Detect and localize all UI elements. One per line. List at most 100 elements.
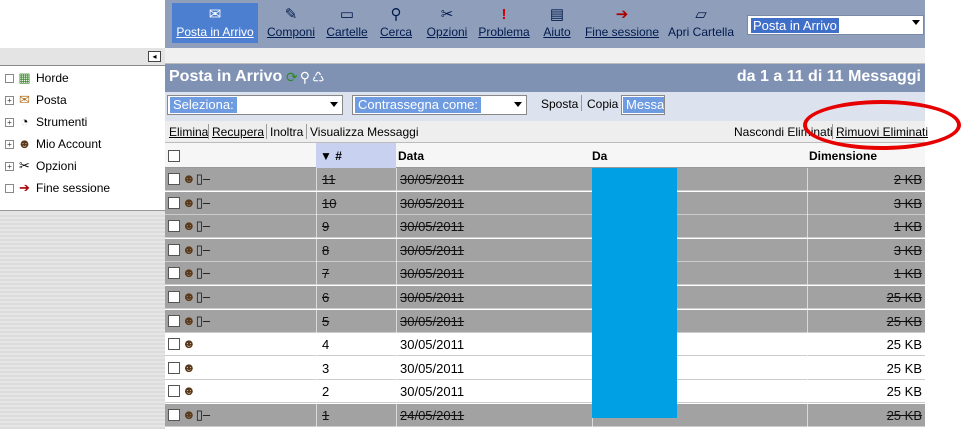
cell-date[interactable]: 30/05/2011 bbox=[400, 337, 464, 352]
row-checkbox[interactable] bbox=[168, 243, 180, 256]
table-row[interactable]: ☻▯– 10 30/05/2011 3 KB bbox=[165, 191, 925, 215]
mark-as-dropdown[interactable]: Contrassegna come: bbox=[352, 95, 527, 115]
redacted-sender-block bbox=[592, 168, 677, 418]
tree-expander[interactable]: + bbox=[5, 117, 14, 127]
tree-expander[interactable]: + bbox=[5, 139, 14, 149]
table-row[interactable]: ☻ 4 30/05/2011 25 KB bbox=[165, 333, 925, 357]
table-row[interactable]: ☻▯– 6 30/05/2011 25 KB bbox=[165, 286, 925, 309]
copy-link[interactable]: Copia bbox=[587, 97, 618, 111]
sidebar-item-posta[interactable]: + ✉ Posta bbox=[5, 90, 67, 110]
menu-cartelle[interactable]: ▭ Cartelle bbox=[324, 3, 370, 43]
table-row[interactable]: ☻▯– 8 30/05/2011 3 KB bbox=[165, 238, 925, 262]
cell-num[interactable]: 11 bbox=[322, 172, 336, 187]
row-checkbox[interactable] bbox=[168, 361, 180, 374]
search-icon[interactable]: ⚲ bbox=[300, 69, 310, 85]
collapse-sidebar-icon[interactable]: ◂ bbox=[148, 51, 161, 62]
cell-num[interactable]: 4 bbox=[322, 337, 329, 352]
cell-date[interactable]: 30/05/2011 bbox=[400, 314, 464, 329]
row-checkbox[interactable] bbox=[168, 409, 180, 421]
tree-expander[interactable]: + bbox=[5, 95, 14, 105]
row-checkbox[interactable] bbox=[168, 267, 180, 280]
column-size[interactable]: Dimensione bbox=[809, 149, 877, 163]
row-checkbox[interactable] bbox=[168, 173, 180, 185]
tree-expander[interactable] bbox=[5, 73, 14, 83]
column-divider bbox=[807, 168, 808, 191]
cell-num[interactable]: 1 bbox=[322, 408, 329, 423]
cell-num[interactable]: 9 bbox=[322, 219, 329, 234]
cell-date[interactable]: 30/05/2011 bbox=[400, 290, 464, 305]
cell-date[interactable]: 30/05/2011 bbox=[400, 243, 464, 258]
refresh-icon[interactable]: ⟳ bbox=[286, 69, 298, 85]
table-row[interactable]: ☻ 3 30/05/2011 25 KB bbox=[165, 356, 925, 380]
sidebar-item-mio-account[interactable]: + ☻ Mio Account bbox=[5, 134, 101, 154]
recover-link[interactable]: Recupera bbox=[212, 125, 264, 139]
cell-num[interactable]: 10 bbox=[322, 196, 336, 211]
cell-num[interactable]: 2 bbox=[322, 384, 329, 399]
row-checkbox[interactable] bbox=[168, 385, 180, 398]
mail-icon: ✉ bbox=[19, 92, 30, 107]
row-status-icons: ☻▯– bbox=[182, 265, 210, 281]
tree-expander[interactable] bbox=[5, 183, 14, 193]
row-checkbox[interactable] bbox=[168, 314, 180, 327]
menu-label: Cerca bbox=[379, 25, 412, 39]
table-row[interactable]: ☻ 2 30/05/2011 25 KB bbox=[165, 380, 925, 404]
folder-select[interactable]: Posta in Arrivo bbox=[747, 15, 924, 35]
cell-date[interactable]: 24/05/2011 bbox=[400, 408, 464, 423]
cell-date[interactable]: 30/05/2011 bbox=[400, 219, 464, 234]
empty-folder-icon[interactable]: ♺ bbox=[312, 69, 325, 85]
exclamation-icon: ! bbox=[501, 6, 507, 23]
forward-link[interactable]: Inoltra bbox=[270, 125, 303, 139]
move-link[interactable]: Sposta bbox=[541, 97, 578, 111]
table-row[interactable]: ☻▯– 9 30/05/2011 1 KB bbox=[165, 215, 925, 239]
column-date[interactable]: Data bbox=[398, 149, 424, 163]
row-checkbox[interactable] bbox=[168, 291, 180, 303]
table-row[interactable]: ☻▯– 7 30/05/2011 1 KB bbox=[165, 262, 925, 286]
cell-num[interactable]: 6 bbox=[322, 290, 329, 305]
highlight-annotation bbox=[803, 100, 961, 150]
cell-num[interactable]: 7 bbox=[322, 266, 329, 281]
cell-date[interactable]: 30/05/2011 bbox=[400, 172, 464, 187]
select-dropdown[interactable]: Seleziona: bbox=[167, 95, 343, 115]
menu-posta-in-arrivo[interactable]: ✉ Posta in Arrivo bbox=[172, 3, 258, 43]
cell-date[interactable]: 30/05/2011 bbox=[400, 266, 464, 281]
cell-date[interactable]: 30/05/2011 bbox=[400, 361, 464, 376]
column-divider bbox=[807, 404, 808, 427]
page-title: Posta in Arrivo bbox=[169, 68, 283, 85]
row-checkbox[interactable] bbox=[168, 196, 180, 209]
menu-problema[interactable]: ! Problema bbox=[478, 3, 530, 43]
column-divider bbox=[316, 262, 317, 286]
column-num[interactable]: ▼ # bbox=[320, 149, 342, 163]
row-checkbox[interactable] bbox=[168, 220, 180, 233]
delete-link[interactable]: Elimina bbox=[169, 125, 208, 139]
mark-as-dropdown-value: Contrassegna come: bbox=[355, 97, 481, 113]
select-all-checkbox[interactable] bbox=[168, 150, 180, 162]
menu-apri-cartella[interactable]: ▱ Apri Cartella bbox=[666, 3, 736, 43]
table-row[interactable]: ☻▯– 1 24/05/2011 25 KB bbox=[165, 404, 925, 427]
sidebar-item-opzioni[interactable]: + ✂ Opzioni bbox=[5, 156, 77, 176]
menu-fine-sessione[interactable]: ➔ Fine sessione bbox=[583, 3, 661, 43]
sidebar-item-strumenti[interactable]: + ◔ Strumenti bbox=[5, 112, 87, 132]
target-folder-field[interactable]: Messa bbox=[621, 95, 665, 115]
row-checkbox[interactable] bbox=[168, 338, 180, 351]
cell-size: 2 KB bbox=[893, 172, 922, 187]
cell-num[interactable]: 8 bbox=[322, 243, 329, 258]
menu-componi[interactable]: ✎ Componi bbox=[265, 3, 317, 43]
cell-size: 25 KB bbox=[886, 337, 922, 353]
tree-expander[interactable]: + bbox=[5, 161, 14, 171]
menu-cerca[interactable]: ⚲ Cerca bbox=[377, 3, 415, 43]
table-row[interactable]: ☻▯– 5 30/05/2011 25 KB bbox=[165, 309, 925, 333]
trash-icon: ▯– bbox=[195, 312, 211, 328]
view-messages-link[interactable]: Visualizza Messaggi bbox=[310, 125, 419, 139]
menu-aiuto[interactable]: ▤ Aiuto bbox=[538, 3, 576, 43]
cell-date[interactable]: 30/05/2011 bbox=[400, 384, 464, 399]
cell-date[interactable]: 30/05/2011 bbox=[400, 196, 464, 211]
menu-opzioni[interactable]: ✂ Opzioni bbox=[423, 3, 471, 43]
sidebar-item-fine-sessione[interactable]: ➔ Fine sessione bbox=[5, 178, 110, 198]
cell-num[interactable]: 5 bbox=[322, 314, 329, 329]
sidebar-item-horde[interactable]: ▦ Horde bbox=[5, 68, 69, 88]
select-dropdown-value: Seleziona: bbox=[170, 97, 237, 113]
row-status-icons: ☻▯– bbox=[182, 195, 210, 211]
table-row[interactable]: ☻▯– 11 30/05/2011 2 KB bbox=[165, 168, 925, 191]
column-from[interactable]: Da bbox=[592, 149, 607, 163]
cell-num[interactable]: 3 bbox=[322, 361, 329, 376]
